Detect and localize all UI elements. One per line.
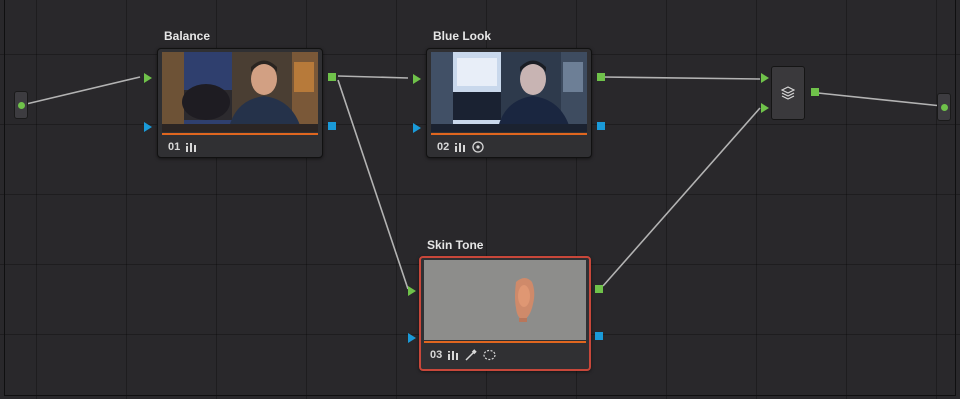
connection-balance-to-bluelook	[337, 75, 409, 79]
node-color-bar	[431, 133, 587, 135]
node-skin-tone[interactable]: Skin Tone 03	[408, 238, 603, 371]
node-thumbnail	[431, 52, 587, 132]
rgb-input-port[interactable]	[413, 74, 421, 84]
alpha-output-port[interactable]	[595, 332, 603, 340]
source-input-port[interactable]	[14, 91, 28, 119]
node-footer: 01	[168, 141, 197, 153]
connection-input-to-balance	[21, 76, 141, 106]
node-footer: 02	[437, 141, 484, 153]
rgb-input-port[interactable]	[144, 73, 152, 83]
layer-mixer-node[interactable]	[771, 66, 805, 120]
alpha-input-port[interactable]	[413, 123, 421, 133]
node-editor-canvas[interactable]: Balance 01 Blue Look 02 Skin Tone 03	[0, 0, 960, 399]
output-port[interactable]	[937, 93, 951, 121]
node-color-bar	[162, 133, 318, 135]
circle-window-icon	[472, 141, 484, 153]
rgb-output-port[interactable]	[597, 73, 605, 81]
mixer-output-port[interactable]	[811, 88, 819, 96]
connection-bluelook-to-mixer	[602, 76, 761, 80]
curves-icon	[455, 142, 466, 152]
mixer-input-port-1[interactable]	[761, 73, 769, 83]
connection-mixer-to-output	[817, 92, 943, 107]
node-number: 01	[168, 141, 181, 153]
interview-scene-image-blue	[431, 52, 587, 132]
isolated-skin-image	[424, 260, 586, 340]
node-blue-look[interactable]: Blue Look 02	[413, 29, 605, 158]
node-footer: 03	[430, 349, 496, 361]
rgb-output-port[interactable]	[595, 285, 603, 293]
curves-icon	[448, 350, 459, 360]
node-number: 02	[437, 141, 450, 153]
rgb-input-port[interactable]	[408, 286, 416, 296]
node-number: 03	[430, 349, 443, 361]
node-thumbnail	[162, 52, 318, 132]
node-thumbnail	[424, 260, 586, 340]
alpha-input-port[interactable]	[408, 333, 416, 343]
qualifier-icon	[465, 349, 477, 361]
connection-balance-to-skintone	[337, 79, 409, 290]
interview-scene-image	[162, 52, 318, 132]
alpha-input-port[interactable]	[144, 122, 152, 132]
connection-skintone-to-mixer	[602, 107, 761, 287]
alpha-output-port[interactable]	[328, 122, 336, 130]
tracker-icon	[483, 349, 496, 361]
source-connector-dot[interactable]	[17, 101, 25, 109]
curves-icon	[186, 142, 197, 152]
node-title: Skin Tone	[427, 238, 484, 252]
mixer-input-port-2[interactable]	[761, 103, 769, 113]
node-color-bar	[424, 341, 586, 343]
alpha-output-port[interactable]	[597, 122, 605, 130]
node-title: Balance	[164, 29, 211, 43]
output-connector-dot[interactable]	[940, 103, 948, 111]
layer-mixer-icon	[781, 86, 795, 100]
node-balance[interactable]: Balance 01	[144, 29, 336, 158]
rgb-output-port[interactable]	[328, 73, 336, 81]
node-title: Blue Look	[433, 29, 492, 43]
